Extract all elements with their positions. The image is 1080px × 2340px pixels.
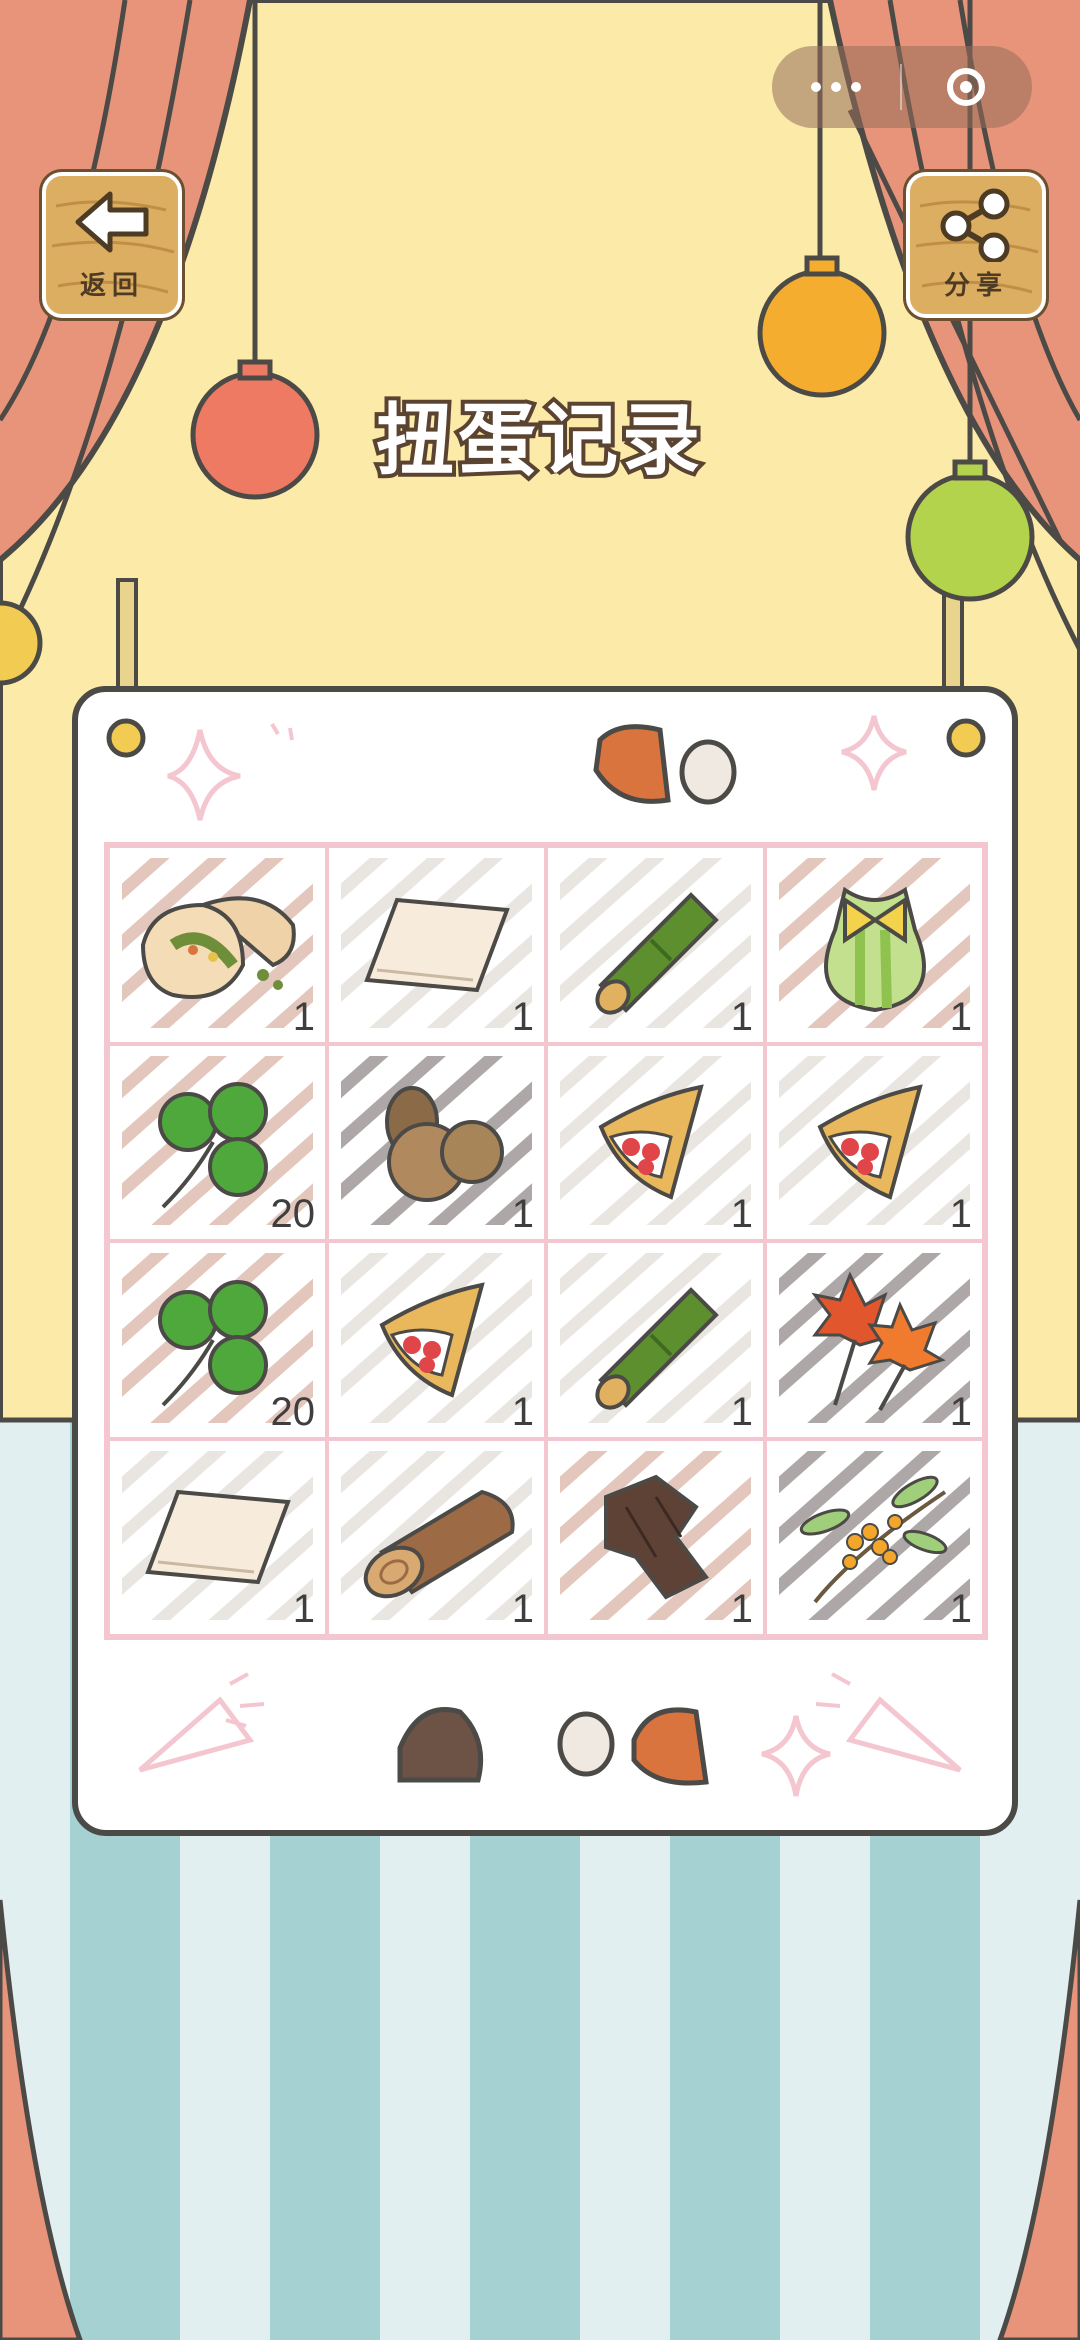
record-cell[interactable]: 1 — [108, 1438, 327, 1636]
item-count: 1 — [730, 1587, 753, 1631]
item-count: 20 — [270, 1389, 316, 1434]
record-cell[interactable]: 1 — [327, 1241, 546, 1439]
gift-pouch-icon — [823, 886, 926, 1012]
record-cell[interactable]: 1 — [546, 1438, 765, 1636]
item-count: 1 — [730, 1389, 753, 1434]
record-cell[interactable]: 1 — [108, 846, 327, 1044]
record-cell[interactable]: 1 — [765, 1043, 984, 1241]
record-cell[interactable]: 20 — [108, 1043, 327, 1241]
bread-icon — [140, 896, 296, 999]
record-cell[interactable]: 1 — [765, 1438, 984, 1636]
item-count: 1 — [949, 1389, 972, 1434]
record-cell[interactable]: 1 — [546, 1241, 765, 1439]
crepe-icon — [817, 1084, 923, 1200]
item-count: 1 — [949, 1192, 972, 1236]
item-count: 1 — [730, 994, 753, 1039]
item-count: 1 — [292, 994, 315, 1039]
item-count: 1 — [511, 1389, 534, 1434]
item-count: 1 — [949, 1587, 972, 1631]
bamboo-icon — [594, 1286, 719, 1410]
gacha-record-screen: 返回 分享 扭蛋记录 1 1 1 1 20 1 1 1 20 1 1 1 1 1… — [0, 0, 1080, 2340]
record-cell[interactable]: 1 — [546, 1043, 765, 1241]
bamboo-icon — [594, 891, 719, 1015]
osmanthus-icon — [799, 1476, 947, 1604]
maple-leaf-icon — [810, 1271, 946, 1411]
record-grid: 1 1 1 1 20 1 1 1 20 1 1 1 1 1 1 1 — [104, 842, 988, 1640]
bark-icon — [603, 1474, 709, 1600]
item-count: 1 — [511, 1587, 534, 1631]
record-cell[interactable]: 1 — [327, 846, 546, 1044]
crepe-icon — [379, 1282, 485, 1398]
item-count: 1 — [511, 1192, 534, 1236]
item-count: 1 — [730, 1192, 753, 1236]
paper-sheet-icon — [363, 897, 510, 992]
wood-log-icon — [363, 1490, 515, 1599]
item-count: 1 — [511, 994, 534, 1039]
nuts-icon — [384, 1086, 504, 1203]
record-cell[interactable]: 1 — [327, 1043, 546, 1241]
item-count: 20 — [270, 1192, 316, 1236]
record-cell[interactable]: 20 — [108, 1241, 327, 1439]
record-cell[interactable]: 1 — [765, 1241, 984, 1439]
item-count: 1 — [292, 1587, 315, 1631]
item-count: 1 — [949, 994, 972, 1039]
record-cell[interactable]: 1 — [327, 1438, 546, 1636]
record-cell[interactable]: 1 — [546, 846, 765, 1044]
paper-sheet-icon — [144, 1490, 291, 1585]
record-cell[interactable]: 1 — [765, 846, 984, 1044]
crepe-icon — [598, 1084, 704, 1200]
